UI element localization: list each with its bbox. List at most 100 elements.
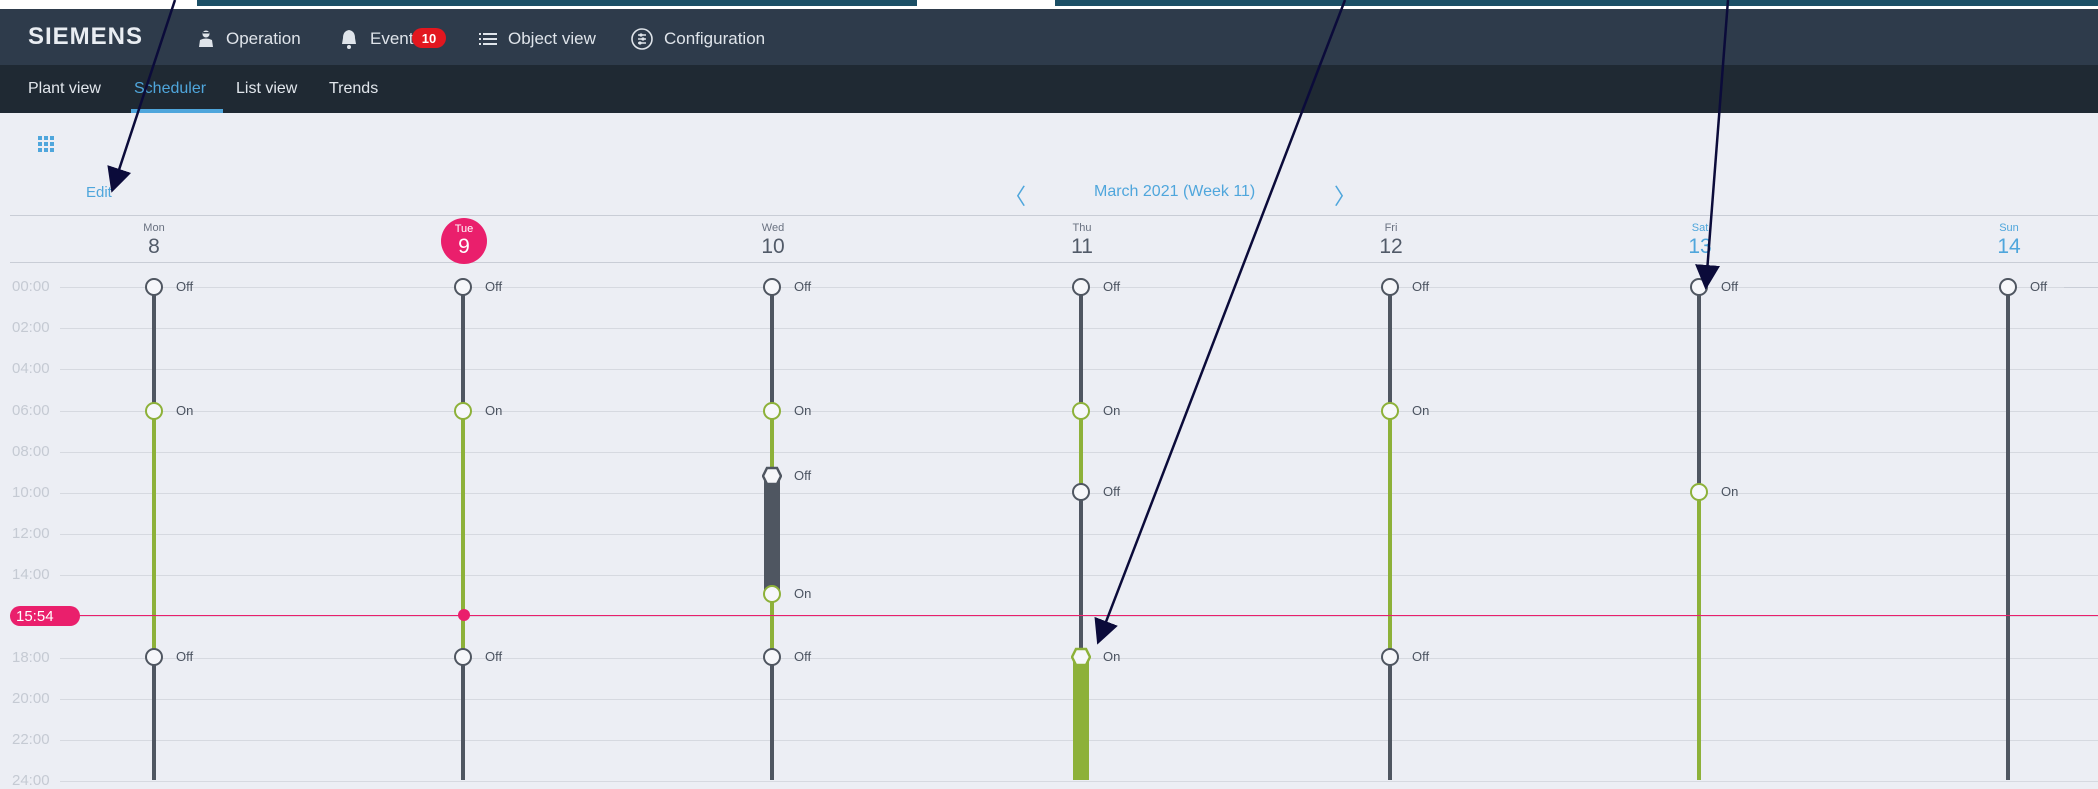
previous-week-button[interactable]: 〈 [1004,179,1026,211]
on-period-bar [1079,411,1083,492]
event-label-on: On [1103,403,1121,418]
view-tabs-bar: Plant view Scheduler List view Trends [0,65,2098,113]
schedule-event-on[interactable] [1689,482,1708,501]
tab-plant-view[interactable]: Plant view [28,80,101,98]
top-strip-box-right [1055,0,2098,6]
off-period-bar [152,287,156,411]
off-period-bar [1079,492,1083,657]
schedule-event-off[interactable] [1998,277,2017,296]
event-label-on: On [176,403,194,418]
schedule-event-off[interactable] [1071,277,1090,296]
schedule-event-off[interactable] [453,647,472,666]
nav-configuration[interactable]: Configuration [630,27,765,51]
off-period-bar [1697,287,1701,492]
day-number: 11 [1071,235,1093,258]
hour-gridline [60,781,2098,783]
nav-operation-label: Operation [226,29,301,48]
event-label-off: Off [176,649,194,664]
on-period-block [1073,657,1089,780]
event-label-off: Off [1103,279,1121,294]
top-strip-box-left [197,0,917,6]
off-period-bar [152,657,156,780]
nav-configuration-label: Configuration [664,29,766,48]
schedule-event-off[interactable] [144,647,163,666]
schedule-event-on[interactable] [453,401,472,420]
schedule-event-off[interactable] [1380,277,1399,296]
event-label-off: Off [176,279,194,294]
day-number: 12 [1379,235,1403,258]
off-period-block [764,476,780,594]
list-icon [479,33,497,45]
events-count-badge: 10 [412,28,446,48]
schedule-event-off[interactable] [144,277,163,296]
day-header-mon: Mon 8 [114,222,194,259]
tab-scheduler[interactable]: Scheduler [134,80,206,98]
event-label-off: Off [485,279,503,294]
next-week-button[interactable]: 〉 [1334,179,1356,211]
current-time-marker [458,609,470,621]
nav-operation[interactable]: Operation [196,27,301,51]
event-label-on: On [1412,403,1430,418]
schedule-event-on[interactable] [144,401,163,420]
day-name: Thu [1072,222,1092,234]
event-label-off: Off [485,649,503,664]
hour-label: 10:00 [12,483,50,501]
apps-grid-icon[interactable] [38,136,54,152]
schedule-event-on[interactable] [762,401,781,420]
event-label-on: On [794,586,812,601]
schedule-event-hexagon-on[interactable] [1071,647,1091,667]
schedule-event-on[interactable] [1380,401,1399,420]
configuration-icon [631,28,653,50]
event-label-off: Off [1412,279,1430,294]
day-header-thu: Thu 11 [1042,222,1122,259]
tab-list-view[interactable]: List view [236,80,297,98]
event-label-on: On [485,403,503,418]
day-name: Tue [454,223,474,235]
event-label-on: On [794,403,812,418]
off-period-bar [461,287,465,411]
event-label-off: Off [794,468,812,483]
day-name: Sat [1691,222,1709,234]
event-label-on: On [1103,649,1121,664]
event-label-off: Off [794,279,812,294]
schedule-event-off[interactable] [1689,277,1708,296]
event-label-off: Off [2030,279,2048,294]
schedule-event-off[interactable] [1071,482,1090,501]
hour-label: 20:00 [12,689,50,707]
schedule-event-off[interactable] [453,277,472,296]
event-label-off: Off [1721,279,1739,294]
nav-object-view[interactable]: Object view [478,27,596,51]
schedule-event-on[interactable] [1071,401,1090,420]
day-header-sun: Sun 14 [1969,222,2049,259]
off-period-bar [770,287,774,411]
hour-label: 22:00 [12,730,50,748]
event-label-off: Off [1103,484,1121,499]
schedule-event-off[interactable] [1380,647,1399,666]
current-time-line [10,615,2098,616]
day-name: Sun [1999,222,2019,234]
calendar-header-divider [10,215,2098,216]
day-name: Wed [761,222,785,234]
siemens-logo: SIEMENS [28,23,144,50]
event-label-off: Off [1412,649,1430,664]
off-period-bar [1388,657,1392,780]
nav-events[interactable]: Events [338,27,422,51]
day-header-fri: Fri 12 [1351,222,1431,259]
bell-icon [342,30,356,49]
day-number: 9 [458,235,470,258]
event-label-on: On [1721,484,1739,499]
tab-trends[interactable]: Trends [329,80,378,98]
edit-link[interactable]: Edit [86,184,112,201]
on-period-bar [152,411,156,657]
schedule-event-on[interactable] [762,584,781,603]
day-number: 14 [1997,235,2021,258]
on-period-bar [1388,411,1392,657]
schedule-event-off[interactable] [762,277,781,296]
schedule-event-hexagon-off[interactable] [762,466,782,486]
hour-label: 04:00 [12,360,50,378]
on-period-bar [1697,492,1701,780]
schedule-event-off[interactable] [762,647,781,666]
event-label-off: Off [794,649,812,664]
hour-label: 18:00 [12,648,50,666]
day-header-wed: Wed 10 [733,222,813,259]
